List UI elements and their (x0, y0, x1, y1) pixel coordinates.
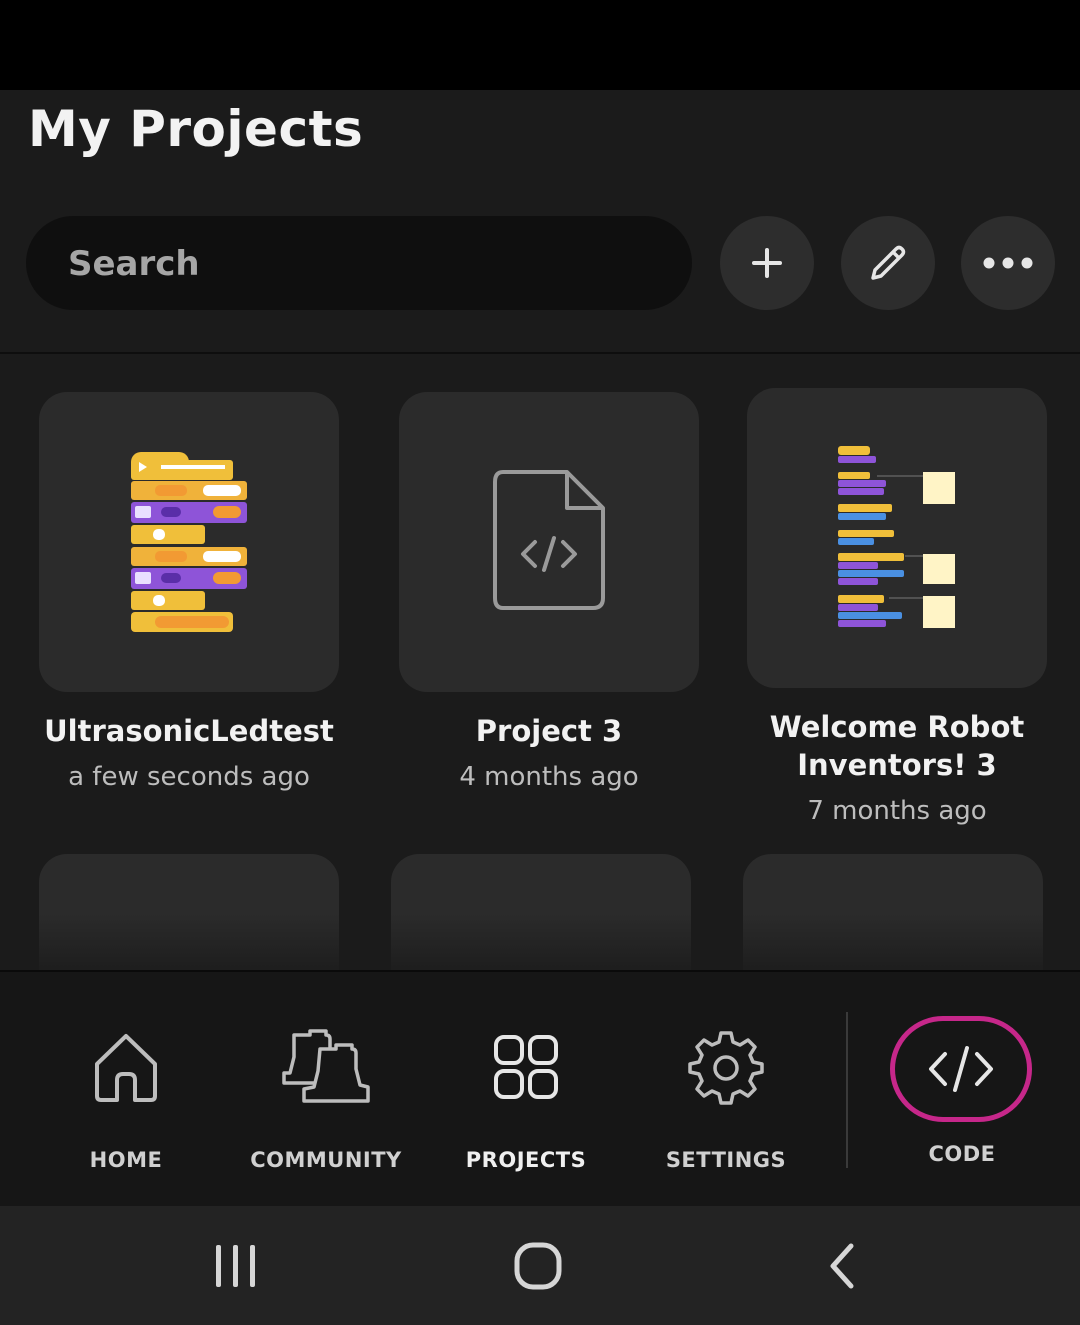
page-title: My Projects (28, 100, 364, 158)
search-bar[interactable] (26, 216, 692, 312)
nav-home[interactable]: HOME (26, 1022, 226, 1172)
projects-grid: UltrasonicLedtest a few seconds ago Proj… (0, 354, 1080, 970)
more-options-button[interactable] (961, 216, 1055, 310)
community-icon (282, 1029, 370, 1103)
project-thumbnail[interactable] (399, 392, 699, 692)
block-code-preview (131, 452, 247, 632)
back-button[interactable] (812, 1236, 872, 1296)
project-time: 4 months ago (459, 762, 639, 792)
grid-icon (494, 1035, 558, 1099)
project-card[interactable]: Welcome Robot Inventors! 3 7 months ago (747, 388, 1047, 826)
system-navigation-bar (0, 1206, 1080, 1325)
recent-apps-icon (216, 1245, 255, 1287)
pencil-icon (871, 245, 906, 280)
gear-icon (688, 1031, 764, 1105)
recent-apps-button[interactable] (206, 1236, 266, 1296)
block-code-preview (838, 446, 955, 628)
project-time: 7 months ago (807, 796, 987, 826)
project-thumbnail[interactable] (39, 392, 339, 692)
nav-community-label: COMMUNITY (250, 1148, 402, 1172)
scroll-fade (0, 914, 1080, 970)
nav-code-label: CODE (928, 1142, 996, 1166)
project-title: Project 3 (475, 714, 623, 748)
status-bar (0, 0, 1080, 90)
project-card[interactable]: Project 3 4 months ago (399, 392, 699, 792)
nav-divider (846, 1012, 848, 1168)
add-project-button[interactable] (720, 216, 814, 310)
nav-settings[interactable]: SETTINGS (626, 1022, 826, 1172)
project-card[interactable]: UltrasonicLedtest a few seconds ago (39, 392, 339, 792)
code-button[interactable] (890, 1016, 1032, 1122)
project-time: a few seconds ago (68, 762, 310, 792)
home-icon (95, 1034, 157, 1102)
more-horizontal-icon (983, 257, 1033, 269)
bottom-navigation: HOME COMMUNITY PROJECTS SETTINGS CODE (0, 970, 1080, 1208)
header: My Projects (0, 90, 1080, 354)
code-file-icon (493, 470, 605, 610)
nav-projects-label: PROJECTS (465, 1148, 587, 1172)
code-icon (929, 1046, 993, 1092)
project-title: Welcome Robot Inventors! 3 (769, 710, 1025, 782)
plus-icon (752, 248, 782, 278)
home-circle-icon (514, 1242, 562, 1290)
nav-settings-label: SETTINGS (665, 1148, 787, 1172)
back-chevron-icon (830, 1243, 854, 1289)
edit-button[interactable] (841, 216, 935, 310)
project-title: UltrasonicLedtest (44, 714, 334, 748)
search-input[interactable] (66, 216, 670, 312)
nav-home-label: HOME (89, 1148, 163, 1172)
project-thumbnail[interactable] (747, 388, 1047, 688)
nav-community[interactable]: COMMUNITY (226, 1022, 426, 1172)
nav-projects[interactable]: PROJECTS (426, 1022, 626, 1172)
home-system-button[interactable] (508, 1236, 568, 1296)
